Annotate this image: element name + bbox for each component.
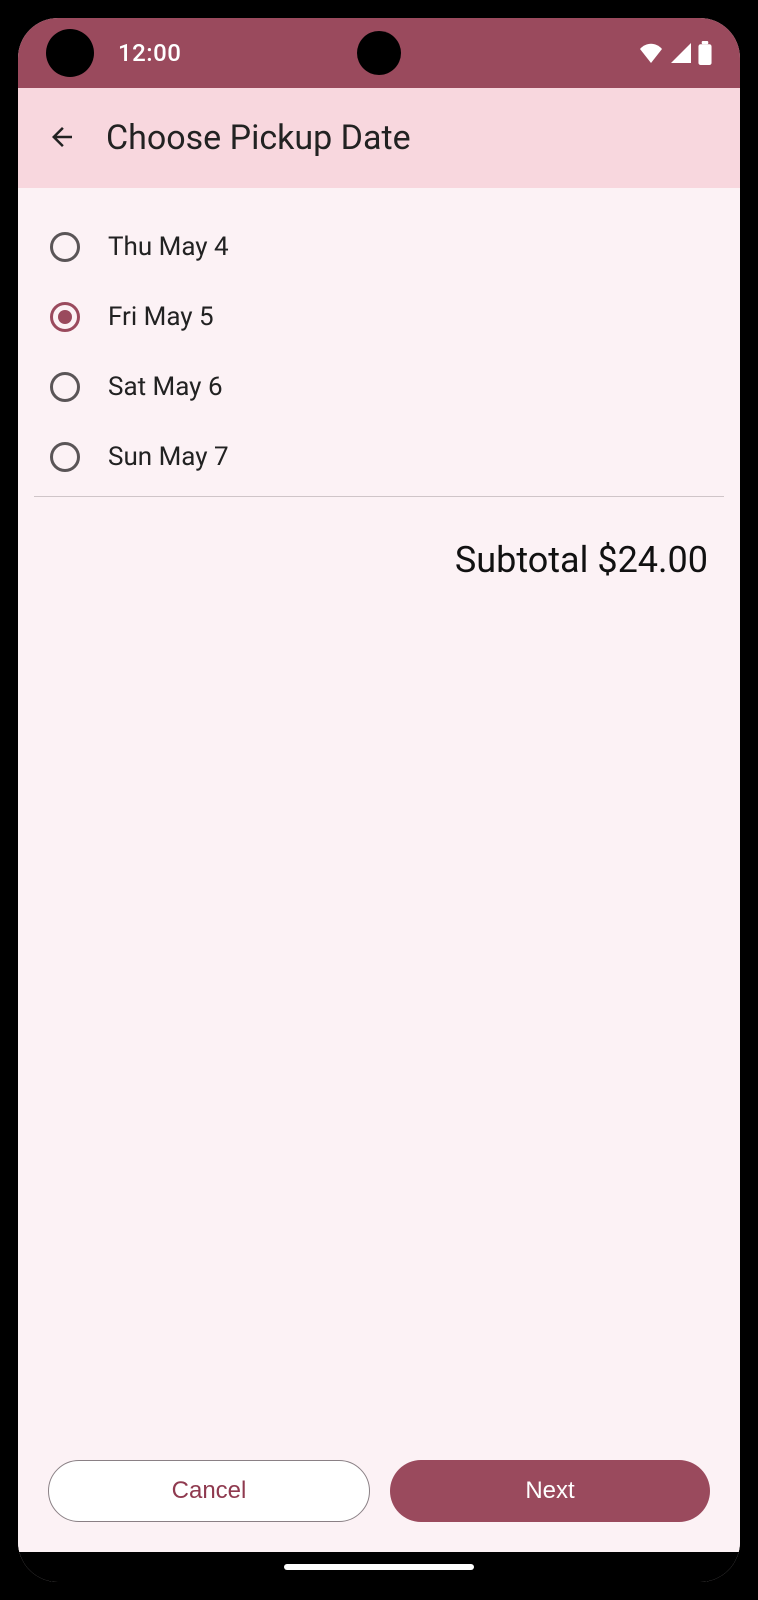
subtotal-label: Subtotal <box>455 539 589 581</box>
radio-icon <box>50 232 80 262</box>
clock-text: 12:00 <box>118 39 181 67</box>
arrow-left-icon <box>47 122 77 155</box>
phone-screen: 12:00 Choose Pickup <box>18 18 740 1582</box>
date-option[interactable]: Sat May 6 <box>34 352 724 422</box>
system-nav-bar <box>18 1552 740 1582</box>
radio-icon <box>50 302 80 332</box>
camera-hole <box>46 29 94 77</box>
date-option[interactable]: Fri May 5 <box>34 282 724 352</box>
battery-icon <box>698 41 712 65</box>
status-left: 12:00 <box>46 29 181 77</box>
subtotal-text: Subtotal $24.00 <box>34 497 724 581</box>
date-option-list: Thu May 4 Fri May 5 Sat May 6 Sun May 7 <box>34 212 724 492</box>
nav-pill[interactable] <box>284 1564 474 1570</box>
date-option-label: Thu May 4 <box>108 232 229 262</box>
status-right <box>638 41 712 65</box>
subtotal-amount: $24.00 <box>597 539 708 581</box>
radio-icon <box>50 442 80 472</box>
wifi-icon <box>638 43 664 63</box>
phone-frame: 12:00 Choose Pickup <box>0 0 758 1600</box>
cancel-button[interactable]: Cancel <box>48 1460 370 1522</box>
content-area: Thu May 4 Fri May 5 Sat May 6 Sun May 7 Sub… <box>18 188 740 1552</box>
app-bar: Choose Pickup Date <box>18 88 740 188</box>
page-title: Choose Pickup Date <box>106 118 411 158</box>
date-option-label: Sat May 6 <box>108 372 223 402</box>
date-option-label: Sun May 7 <box>108 442 229 472</box>
date-option[interactable]: Sun May 7 <box>34 422 724 492</box>
date-option[interactable]: Thu May 4 <box>34 212 724 282</box>
front-camera-notch <box>357 31 401 75</box>
date-option-label: Fri May 5 <box>108 302 214 332</box>
status-bar: 12:00 <box>18 18 740 88</box>
cellular-signal-icon <box>670 43 692 63</box>
back-button[interactable] <box>42 118 82 158</box>
radio-icon <box>50 372 80 402</box>
button-row: Cancel Next <box>34 1436 724 1552</box>
next-button[interactable]: Next <box>390 1460 710 1522</box>
